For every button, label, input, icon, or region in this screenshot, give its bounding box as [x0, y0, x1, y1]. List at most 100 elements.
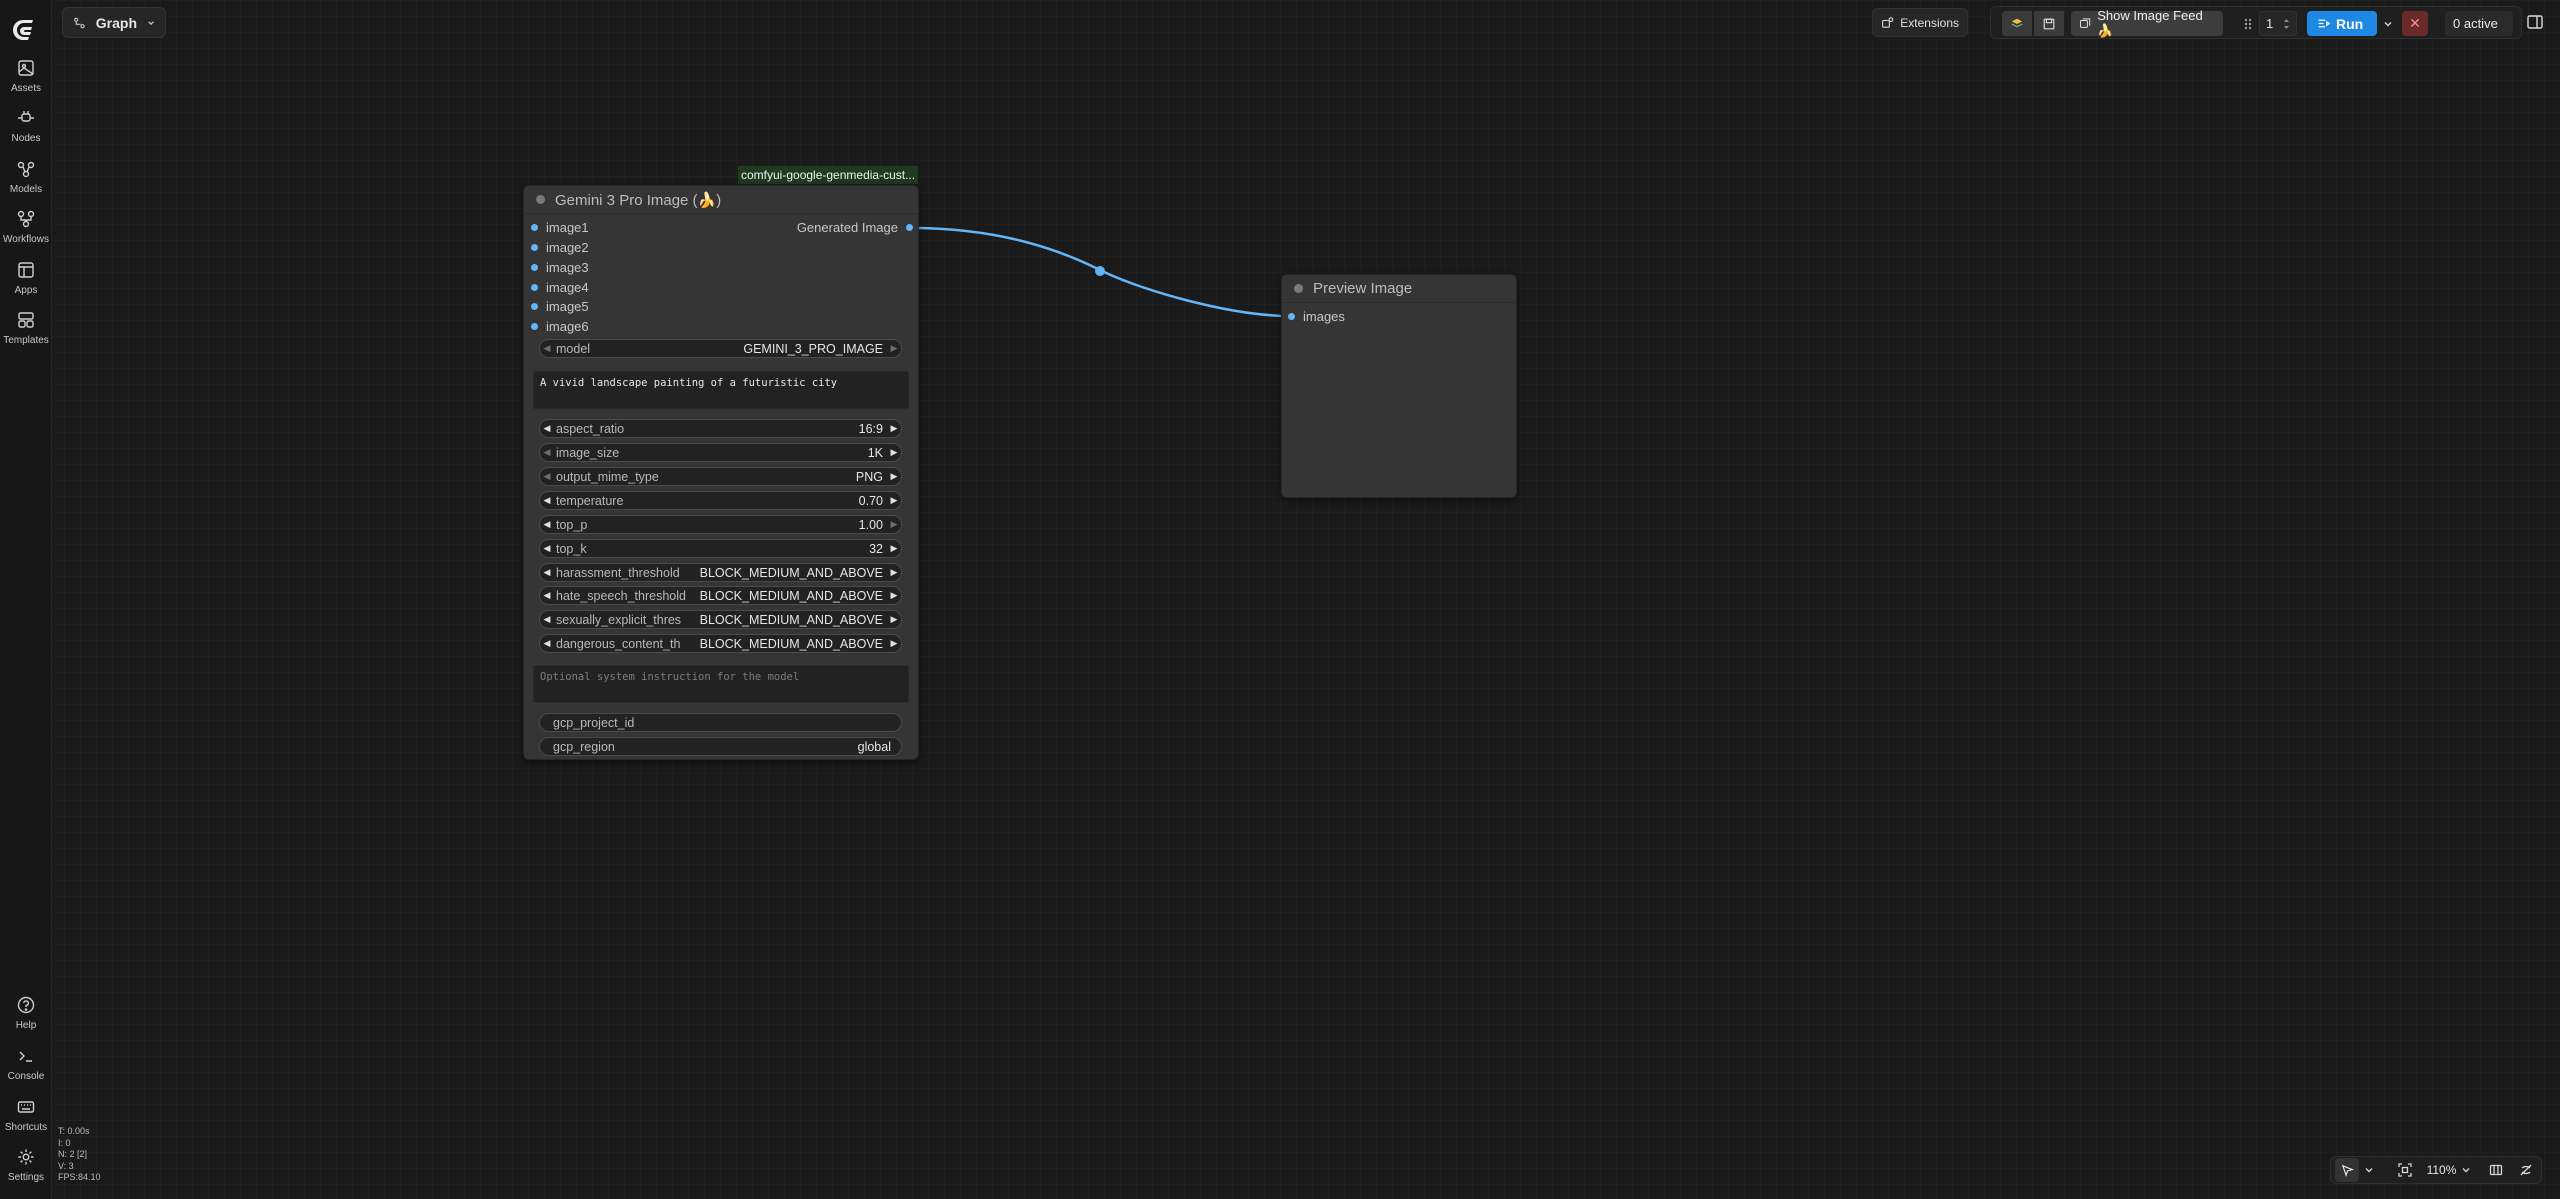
hate-speech-threshold-combo[interactable]: ◀ hate_speech_threshold BLOCK_MEDIUM_AND… [539, 586, 902, 605]
widget-name: gcp_region [553, 739, 615, 754]
node-title: Preview Image [1313, 280, 1413, 297]
input-slot-image1[interactable]: image1 [531, 220, 589, 235]
gcp-region-field[interactable]: gcp_region global [539, 737, 902, 756]
input-slot-image4[interactable]: image4 [531, 280, 589, 295]
stat-i: I: 0 [58, 1137, 71, 1148]
minimap-icon [2489, 1164, 2503, 1176]
gemini-3-pro-image-node[interactable]: Gemini 3 Pro Image (🍌) image1 image2 ima… [523, 185, 919, 760]
widget-value: BLOCK_MEDIUM_AND_ABOVE [699, 565, 883, 580]
input-slot-image2[interactable]: image2 [531, 240, 589, 255]
widget-value: PNG [855, 469, 883, 484]
widget-value: 1.00 [858, 517, 883, 532]
decrement-arrow[interactable]: ◀ [540, 343, 554, 354]
output-slot-generated-image[interactable]: Generated Image [797, 220, 913, 235]
slot-label: Generated Image [796, 220, 898, 235]
decrement-arrow[interactable]: ◀ [540, 519, 554, 530]
widget-value: global [857, 739, 891, 754]
chevron-down-icon [2462, 1167, 2470, 1173]
input-slot-images[interactable]: images [1288, 309, 1345, 324]
collapse-toggle[interactable] [536, 195, 545, 204]
fit-view-button[interactable] [2391, 1157, 2419, 1183]
stat-time: T: 0.00s [58, 1126, 90, 1136]
minimap-toggle[interactable] [2483, 1157, 2509, 1183]
slot-label: image4 [546, 280, 589, 295]
node-header[interactable]: Preview Image [1282, 275, 1516, 303]
image-size-combo[interactable]: ◀ image_size 1K ▶ [539, 443, 902, 462]
widget-name: harassment_threshold [556, 565, 680, 580]
gcp-project-id-field[interactable]: gcp_project_id [539, 713, 902, 732]
increment-arrow[interactable]: ▶ [887, 519, 901, 530]
slot-label: image3 [546, 260, 589, 275]
slot-label: image6 [546, 319, 589, 334]
widget-name: temperature [556, 493, 624, 508]
increment-arrow[interactable]: ▶ [887, 495, 901, 506]
widget-name: model [556, 341, 591, 356]
widget-name: output_mime_type [556, 469, 659, 484]
collapse-toggle[interactable] [1294, 284, 1303, 293]
harassment-threshold-combo[interactable]: ◀ harassment_threshold BLOCK_MEDIUM_AND_… [539, 563, 902, 582]
increment-arrow[interactable]: ▶ [887, 423, 901, 434]
dangerous-content-threshold-combo[interactable]: ◀ dangerous_content_th BLOCK_MEDIUM_AND_… [539, 634, 902, 653]
node-title: Gemini 3 Pro Image (🍌) [555, 191, 722, 209]
stat-fps: FPS:84.10 [58, 1172, 101, 1182]
render-stats: T: 0.00s I: 0 N: 2 [2] V: 3 FPS:84.10 [58, 1126, 101, 1184]
slot-label: image2 [546, 240, 589, 255]
widget-name: dangerous_content_th [556, 636, 681, 651]
stat-v: V: 3 [58, 1160, 74, 1171]
decrement-arrow[interactable]: ◀ [540, 590, 554, 601]
widget-name: image_size [556, 445, 620, 460]
aspect-ratio-combo[interactable]: ◀ aspect_ratio 16:9 ▶ [539, 419, 902, 438]
widget-value: BLOCK_MEDIUM_AND_ABOVE [699, 588, 883, 603]
mode-dropdown[interactable] [2361, 1157, 2377, 1183]
top-k-slider[interactable]: ◀ top_k 32 ▶ [539, 539, 902, 558]
widget-value: BLOCK_MEDIUM_AND_ABOVE [699, 636, 883, 651]
slot-label: image1 [546, 220, 589, 235]
decrement-arrow[interactable]: ◀ [540, 614, 554, 625]
zoom-level: 110% [2426, 1163, 2457, 1177]
node-link [910, 226, 1291, 318]
select-mode-button[interactable] [2335, 1158, 2359, 1182]
increment-arrow[interactable]: ▶ [887, 638, 901, 649]
fit-view-icon [2398, 1163, 2412, 1177]
increment-arrow[interactable]: ▶ [887, 343, 901, 354]
temperature-slider[interactable]: ◀ temperature 0.70 ▶ [539, 491, 902, 510]
output-mime-type-combo[interactable]: ◀ output_mime_type PNG ▶ [539, 467, 902, 486]
preview-image-node[interactable]: Preview Image images [1281, 274, 1517, 498]
decrement-arrow[interactable]: ◀ [540, 471, 554, 482]
decrement-arrow[interactable]: ◀ [540, 495, 554, 506]
decrement-arrow[interactable]: ◀ [540, 423, 554, 434]
decrement-arrow[interactable]: ◀ [540, 543, 554, 554]
system-instruction-textarea[interactable]: Optional system instruction for the mode… [533, 665, 909, 703]
increment-arrow[interactable]: ▶ [887, 567, 901, 578]
node-header[interactable]: Gemini 3 Pro Image (🍌) [524, 186, 918, 214]
node-source-badge: comfyui-google-genmedia-cust... [738, 166, 919, 184]
widget-name: gcp_project_id [553, 715, 635, 730]
model-combo[interactable]: ◀ model GEMINI_3_PRO_IMAGE ▶ [539, 339, 902, 358]
top-p-slider[interactable]: ◀ top_p 1.00 ▶ [539, 515, 902, 534]
increment-arrow[interactable]: ▶ [887, 471, 901, 482]
sexually-explicit-threshold-combo[interactable]: ◀ sexually_explicit_thres BLOCK_MEDIUM_A… [539, 610, 902, 629]
canvas-controls: 110% [2330, 1156, 2542, 1184]
hide-links-icon [2520, 1164, 2532, 1176]
widget-value: GEMINI_3_PRO_IMAGE [743, 341, 883, 356]
increment-arrow[interactable]: ▶ [887, 543, 901, 554]
widget-value: 32 [869, 541, 883, 556]
link-visibility-toggle[interactable] [2513, 1157, 2539, 1183]
decrement-arrow[interactable]: ◀ [540, 638, 554, 649]
zoom-dropdown[interactable]: 110% [2423, 1157, 2475, 1183]
input-slot-image5[interactable]: image5 [531, 299, 589, 314]
slot-label: image5 [546, 299, 589, 314]
increment-arrow[interactable]: ▶ [887, 447, 901, 458]
input-slot-image6[interactable]: image6 [531, 319, 589, 334]
widget-name: sexually_explicit_thres [556, 612, 682, 627]
decrement-arrow[interactable]: ◀ [540, 447, 554, 458]
link-midpoint[interactable] [1095, 266, 1105, 276]
chevron-down-icon [2365, 1167, 2373, 1173]
prompt-textarea[interactable]: A vivid landscape painting of a futurist… [533, 371, 909, 409]
input-slot-image3[interactable]: image3 [531, 260, 589, 275]
increment-arrow[interactable]: ▶ [887, 590, 901, 601]
widget-value: BLOCK_MEDIUM_AND_ABOVE [699, 612, 883, 627]
widget-name: top_k [556, 541, 587, 556]
increment-arrow[interactable]: ▶ [887, 614, 901, 625]
decrement-arrow[interactable]: ◀ [540, 567, 554, 578]
